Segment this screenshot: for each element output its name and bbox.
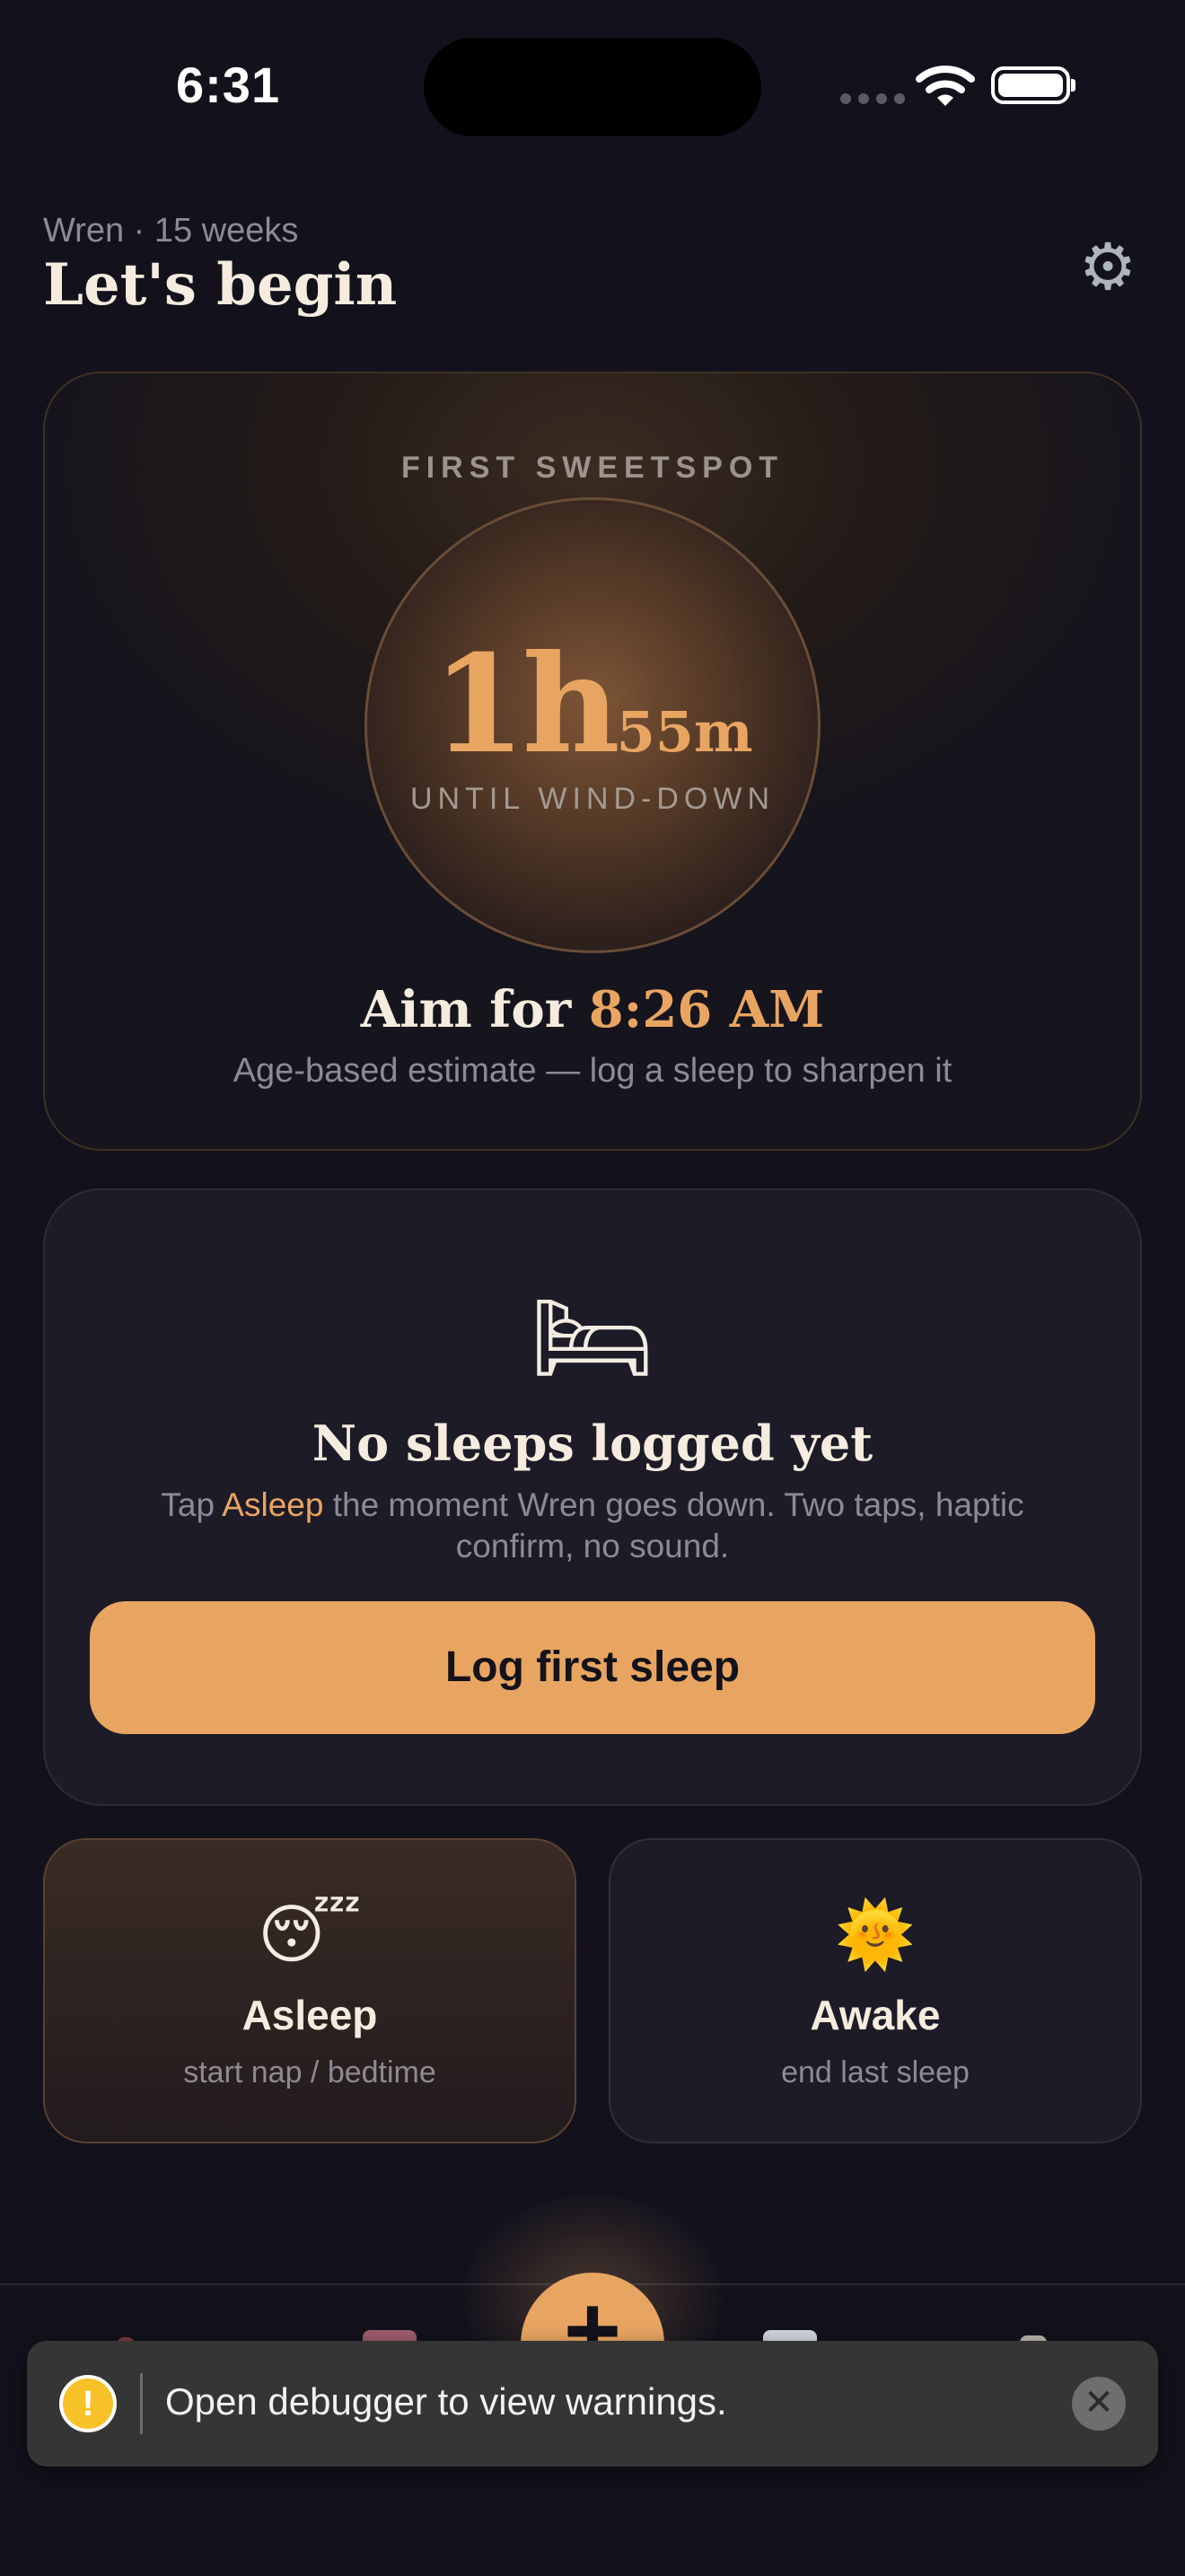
wifi-icon [916,66,975,106]
cellular-signal-icon [840,93,905,104]
countdown-hours: 1h [432,626,619,784]
toast-message: Open debugger to view warnings. [165,2380,727,2423]
estimate-note: Age-based estimate — log a sleep to shar… [233,1052,952,1090]
asleep-subtitle: start nap / bedtime [183,2055,436,2090]
battery-icon [991,66,1075,104]
countdown-ring: 1h55m UNTIL WIND-DOWN [364,497,821,953]
baby-age-subtitle: Wren · 15 weeks [43,212,299,250]
aim-prefix: Aim for [360,980,572,1039]
bed-icon: 🛏 [530,1283,655,1393]
toast-divider [140,2373,143,2434]
empty-state-title: No sleeps logged yet [312,1415,873,1472]
sweetspot-label: FIRST SWEETSPOT [400,451,785,485]
asleep-button[interactable]: 😴 Asleep start nap / bedtime [43,1838,576,2143]
empty-state-text: Tap Asleep the moment Wren goes down. Tw… [161,1486,1024,1564]
countdown-minutes: 55m [616,699,753,765]
countdown-value: 1h55m [367,626,818,784]
asleep-highlight: Asleep [222,1486,324,1523]
empty-state-card: 🛏 No sleeps logged yet Tap Asleep the mo… [43,1188,1142,1806]
gear-icon[interactable]: ⚙ [1074,233,1142,302]
log-first-sleep-button[interactable]: Log first sleep [90,1601,1095,1734]
warning-icon: ! [59,2375,117,2432]
sleepy-face-icon: 😴 [258,1899,362,1971]
awake-title: Awake [810,1992,941,2038]
aim-for-text: Aim for 8:26 AM [45,980,1140,1039]
page-title: Let's begin [43,251,398,319]
asleep-title: Asleep [241,1992,378,2038]
dynamic-island [424,38,761,136]
sun-icon: 🌞 [835,1899,916,1971]
debugger-toast[interactable]: ! Open debugger to view warnings. ✕ [27,2341,1158,2466]
countdown-caption: UNTIL WIND-DOWN [409,782,776,816]
awake-subtitle: end last sleep [781,2055,970,2090]
close-icon[interactable]: ✕ [1072,2377,1126,2431]
status-time: 6:31 [176,57,281,113]
sweetspot-card: FIRST SWEETSPOT 1h55m UNTIL WIND-DOWN Ai… [43,372,1142,1151]
aim-time: 8:26 AM [588,980,825,1039]
awake-button[interactable]: 🌞 Awake end last sleep [609,1838,1142,2143]
